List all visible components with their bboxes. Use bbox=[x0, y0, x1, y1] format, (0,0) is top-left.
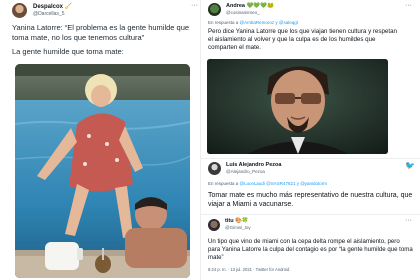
pool-photo-image bbox=[15, 64, 190, 278]
left-tweet-header: Despalcox 🧹 @Darcellas_5 ··· bbox=[12, 2, 198, 20]
reply-to-link[interactable]: @LuceLaudi @SASR47621 y @yanidotorm bbox=[240, 181, 328, 186]
more-options-icon[interactable]: ··· bbox=[191, 2, 198, 9]
tweet-timestamp: 8:24 p. m. · 13 jul. 2021 · Twitter for … bbox=[208, 267, 290, 272]
reply-context: En respuesta a @AmbaRemoroz y @saleqgl bbox=[208, 20, 298, 25]
tweet-text: Tomar mate es mucho más representativo d… bbox=[208, 192, 413, 208]
avatar[interactable] bbox=[208, 3, 221, 16]
more-options-icon[interactable]: ··· bbox=[405, 217, 412, 224]
reply-prefix: En respuesta a bbox=[208, 181, 239, 186]
display-name[interactable]: Despalcox 🧹 bbox=[33, 3, 72, 10]
user-handle[interactable]: @cosinamimeo_ bbox=[226, 10, 260, 15]
reply-prefix: En respuesta a bbox=[208, 20, 239, 25]
twitter-bird-icon[interactable]: 🐦 bbox=[405, 161, 415, 170]
tweet-divider bbox=[200, 158, 420, 159]
display-name[interactable]: Andrea 💚💚💚🐸 bbox=[226, 3, 274, 9]
user-handle[interactable]: @Gimisi_toy bbox=[225, 225, 251, 230]
left-tweet: Despalcox 🧹 @Darcellas_5 ··· Yanina Lato… bbox=[0, 0, 200, 280]
user-handle[interactable]: @Darcellas_5 bbox=[33, 11, 64, 17]
tweet-text: Un tipo que vino de miami con la cepa de… bbox=[208, 238, 413, 261]
avatar[interactable] bbox=[12, 3, 27, 18]
reply-context: En respuesta a @LuceLaudi @SASR47621 y @… bbox=[208, 181, 327, 186]
display-name[interactable]: Luis Alejandro Pezoa bbox=[226, 162, 281, 168]
tweet-text: Pero dice Yanina Latorre que los que via… bbox=[208, 28, 397, 51]
tweet-photo[interactable] bbox=[207, 59, 388, 154]
more-options-icon[interactable]: ··· bbox=[405, 2, 412, 9]
reply-to-link[interactable]: @AmbaRemoroz y @saleqgl bbox=[240, 20, 298, 25]
tweet-text: Yanina Latorre: “El problema es la gente… bbox=[12, 23, 190, 42]
tweet-photo[interactable] bbox=[15, 64, 190, 278]
display-name[interactable]: titu 🎨🍀 bbox=[225, 218, 249, 224]
tweet-divider bbox=[200, 214, 420, 215]
avatar[interactable] bbox=[208, 162, 221, 175]
user-handle[interactable]: @Alejandro_Pezoa bbox=[226, 169, 265, 174]
tweet-text-second: La gente humilde que toma mate: bbox=[12, 47, 124, 56]
reaction-meme-image bbox=[207, 59, 388, 154]
avatar[interactable] bbox=[208, 219, 220, 231]
